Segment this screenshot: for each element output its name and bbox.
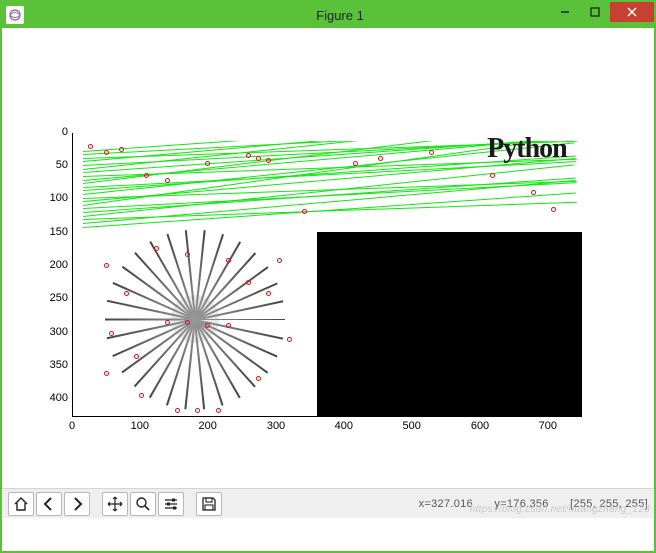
x-tick: 200	[198, 420, 216, 432]
y-tick: 100	[32, 192, 68, 204]
close-button[interactable]	[610, 2, 654, 22]
app-icon	[6, 6, 24, 24]
cursor-x: x=327.016	[419, 498, 473, 510]
x-tick: 600	[471, 420, 489, 432]
figure-canvas[interactable]: 0 50 100 150 200 250 300 350 400 0 100 2…	[2, 28, 654, 518]
home-icon	[13, 496, 29, 512]
cursor-status: x=327.016 y=176.356 [255, 255, 255]	[401, 498, 648, 510]
cursor-y: y=176.356	[494, 498, 548, 510]
zoom-button[interactable]	[130, 492, 156, 516]
arrow-left-icon	[41, 496, 57, 512]
y-tick: 0	[32, 126, 68, 138]
y-axis-ticks: 0 50 100 150 200 250 300 350 400	[32, 126, 68, 421]
matplotlib-toolbar: x=327.016 y=176.356 [255, 255, 255]	[2, 488, 654, 518]
python-text: Python	[487, 133, 567, 165]
zoom-icon	[135, 496, 151, 512]
x-tick: 700	[539, 420, 557, 432]
maximize-button[interactable]	[580, 2, 610, 22]
x-tick: 0	[69, 420, 75, 432]
x-axis-ticks: 0 100 200 300 400 500 600 700	[72, 420, 582, 438]
back-button[interactable]	[36, 492, 62, 516]
radial-burst	[73, 229, 317, 416]
minimize-icon	[560, 7, 570, 17]
y-tick: 150	[32, 226, 68, 238]
plot-area[interactable]: Python	[72, 133, 582, 417]
minimize-button[interactable]	[550, 2, 580, 22]
figure-window: Figure 1 0 50 100 150 200 250 300 350 40…	[0, 0, 656, 553]
x-tick: 300	[267, 420, 285, 432]
maximize-icon	[590, 7, 600, 17]
titlebar[interactable]: Figure 1	[2, 2, 654, 28]
close-icon	[626, 6, 638, 18]
y-tick: 200	[32, 259, 68, 271]
y-tick: 300	[32, 326, 68, 338]
home-button[interactable]	[8, 492, 34, 516]
save-button[interactable]	[196, 492, 222, 516]
window-controls	[550, 2, 654, 22]
x-tick: 100	[131, 420, 149, 432]
y-tick: 50	[32, 159, 68, 171]
save-icon	[201, 496, 217, 512]
arrow-right-icon	[69, 496, 85, 512]
y-tick: 250	[32, 292, 68, 304]
black-region	[317, 232, 582, 416]
forward-button[interactable]	[64, 492, 90, 516]
y-tick: 350	[32, 359, 68, 371]
cursor-pixel: [255, 255, 255]	[570, 498, 648, 510]
pan-button[interactable]	[102, 492, 128, 516]
y-tick: 400	[32, 392, 68, 404]
move-icon	[107, 496, 123, 512]
sliders-icon	[163, 496, 179, 512]
x-tick: 400	[335, 420, 353, 432]
x-tick: 500	[402, 420, 420, 432]
image-content: Python	[73, 133, 582, 416]
configure-button[interactable]	[158, 492, 184, 516]
